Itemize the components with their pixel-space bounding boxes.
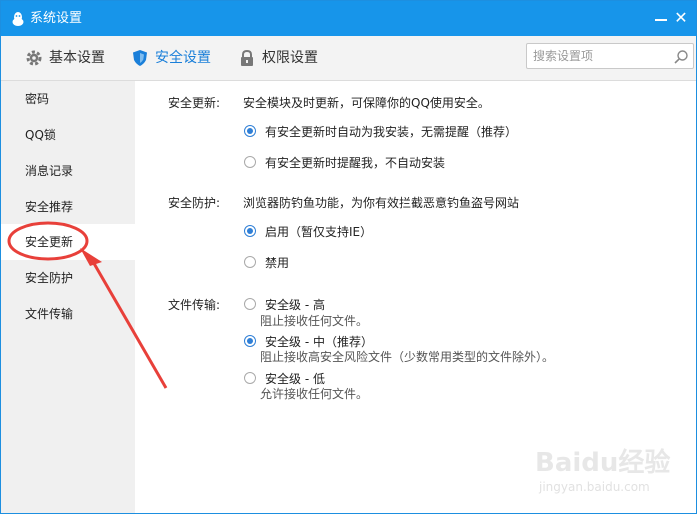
tab-security-settings[interactable]: 安全设置 (131, 48, 221, 68)
watermark-logo: Baidu经验 (535, 448, 671, 478)
option-enable-protect[interactable]: 启用（暂仅支持IE） (265, 223, 372, 240)
radio-enable-protect[interactable] (244, 225, 256, 237)
radio-remind-only[interactable] (244, 156, 256, 168)
sidebar-item-qq-lock[interactable]: QQ锁 (1, 117, 135, 153)
section-label-update: 安全更新: (168, 96, 221, 110)
search-input[interactable] (533, 47, 663, 65)
sidebar-item-password[interactable]: 密码 (1, 81, 135, 117)
settings-sidebar: 密码 QQ锁 消息记录 安全推荐 安全更新 安全防护 文件传输 (1, 81, 135, 513)
option-level-low-desc: 允许接收任何文件。 (260, 387, 369, 401)
sidebar-item-label: 密码 (25, 92, 50, 106)
baidu-watermark: Baidu经验 jingyan.baidu.com (535, 442, 685, 502)
tab-label: 基本设置 (49, 50, 105, 66)
sidebar-item-label: QQ锁 (25, 128, 56, 142)
sidebar-item-label: 安全更新 (25, 235, 74, 249)
title-bar: 系统设置 ✕ (1, 1, 696, 36)
option-auto-install[interactable]: 有安全更新时自动为我安装，无需提醒（推荐） (265, 123, 517, 140)
lock-icon (241, 49, 253, 66)
settings-window: 系统设置 ✕ 基本设置 安全设置 权限设置 搜索设置项 密码 QQ锁 消息记录 … (0, 0, 697, 514)
close-button[interactable]: ✕ (673, 10, 689, 26)
watermark-url: jingyan.baidu.com (539, 480, 650, 494)
section-desc-update: 安全模块及时更新，可保障你的QQ使用安全。 (243, 96, 490, 110)
settings-tabs: 基本设置 安全设置 权限设置 (1, 36, 696, 81)
shield-icon (133, 50, 147, 66)
option-disable-protect[interactable]: 禁用 (265, 254, 289, 271)
sidebar-item-security-update[interactable]: 安全更新 (1, 224, 135, 260)
tab-basic-settings[interactable]: 基本设置 (25, 48, 115, 68)
option-remind-only[interactable]: 有安全更新时提醒我，不自动安装 (265, 154, 445, 171)
radio-level-high[interactable] (244, 298, 256, 310)
gear-icon (26, 50, 42, 66)
qq-penguin-icon (12, 12, 24, 26)
window-title: 系统设置 (30, 11, 83, 26)
sidebar-item-file-transfer[interactable]: 文件传输 (1, 296, 135, 332)
radio-level-low[interactable] (244, 372, 256, 384)
sidebar-item-security-protection[interactable]: 安全防护 (1, 260, 135, 296)
settings-search (526, 43, 694, 69)
option-level-high-desc: 阻止接收任何文件。 (260, 314, 369, 328)
section-label-transfer: 文件传输: (168, 298, 221, 312)
search-icon[interactable] (673, 49, 689, 65)
tab-label: 安全设置 (155, 50, 211, 66)
tab-permission-settings[interactable]: 权限设置 (238, 48, 328, 68)
sidebar-item-label: 消息记录 (25, 164, 74, 178)
radio-auto-install[interactable] (244, 125, 256, 137)
option-level-high[interactable]: 安全级 - 高 (265, 296, 325, 313)
minimize-button[interactable] (655, 19, 667, 21)
radio-level-medium[interactable] (244, 335, 256, 347)
sidebar-item-security-recommend[interactable]: 安全推荐 (1, 189, 135, 225)
tab-label: 权限设置 (262, 50, 318, 66)
sidebar-item-message-history[interactable]: 消息记录 (1, 153, 135, 189)
section-desc-protect: 浏览器防钓鱼功能，为你有效拦截恶意钓鱼盗号网站 (243, 196, 520, 210)
section-label-protect: 安全防护: (168, 196, 221, 210)
sidebar-item-label: 安全防护 (25, 271, 74, 285)
option-level-medium-desc: 阻止接收高安全风险文件（少数常用类型的文件除外）。 (260, 350, 555, 364)
sidebar-item-label: 安全推荐 (25, 200, 74, 214)
radio-disable-protect[interactable] (244, 256, 256, 268)
sidebar-item-label: 文件传输 (25, 307, 74, 321)
